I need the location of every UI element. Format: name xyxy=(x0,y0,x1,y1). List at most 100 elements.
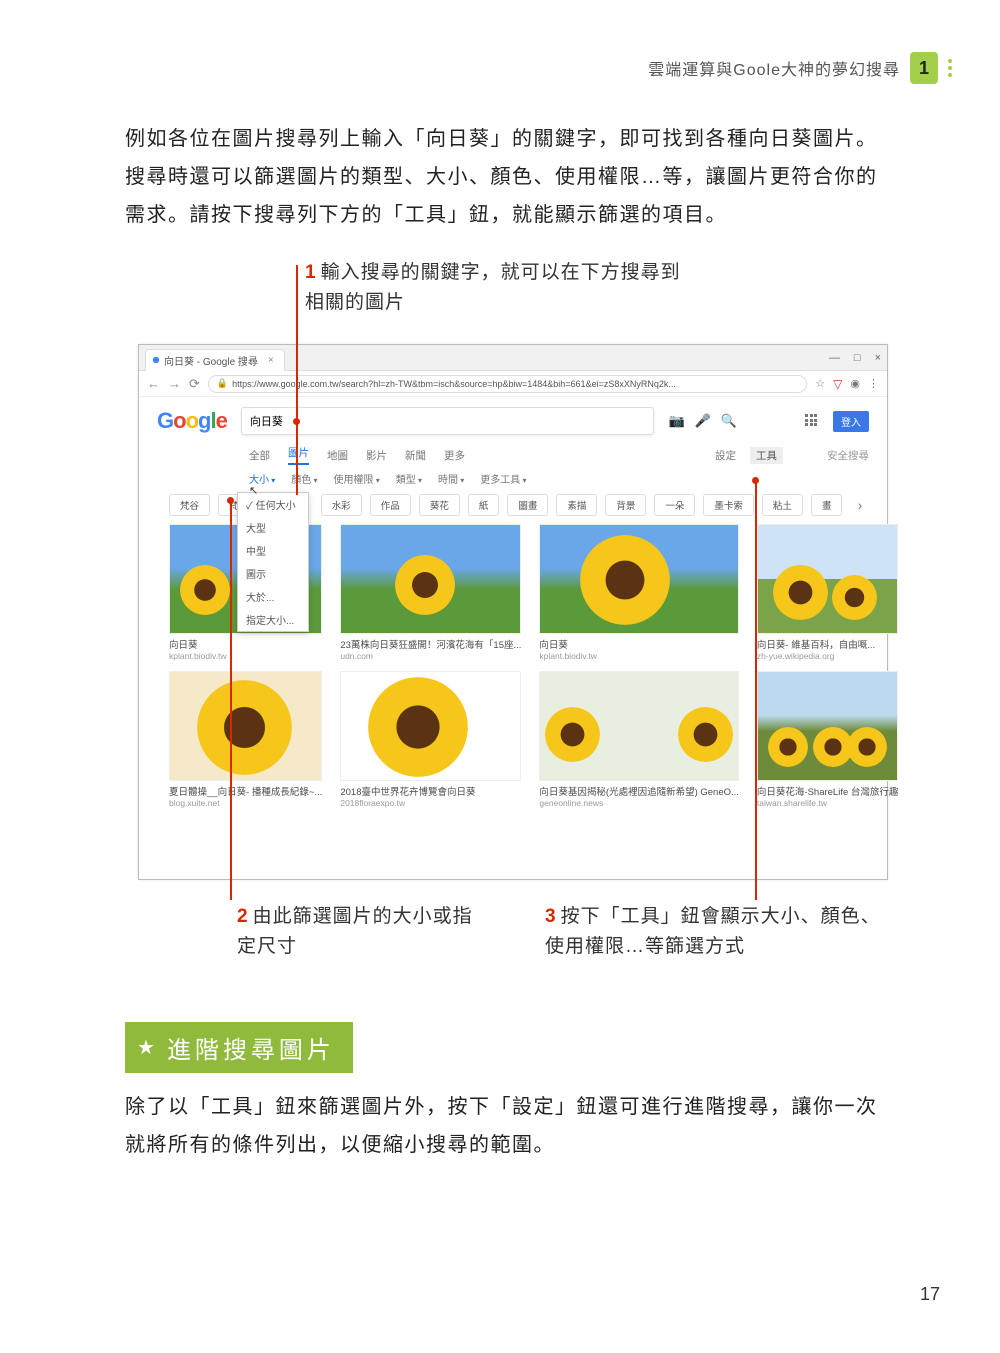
filter-rights[interactable]: 使用權限 xyxy=(334,471,380,486)
camera-icon[interactable]: 📷 xyxy=(668,413,684,429)
chip[interactable]: 畫 xyxy=(811,494,843,516)
size-option-larger-than[interactable]: 大於... xyxy=(238,585,308,608)
browser-tab-title: 向日葵 - Google 搜尋 xyxy=(164,353,258,368)
nav-forward-button[interactable]: → xyxy=(168,376,181,391)
chip[interactable]: 背景 xyxy=(605,494,646,516)
chip[interactable]: 一朵 xyxy=(654,494,695,516)
filter-type[interactable]: 類型 xyxy=(396,471,422,486)
google-logo[interactable]: Google xyxy=(157,408,227,434)
result-caption: 向日葵花海-ShareLife 台灣旅行趣 xyxy=(757,784,898,798)
image-result[interactable]: 向日葵基因揭秘(光處裡因追隨新希望) GeneO... geneonline.n… xyxy=(539,671,739,808)
google-favicon-icon xyxy=(152,356,160,364)
image-result[interactable]: 向日葵花海-ShareLife 台灣旅行趣 taiwan.sharelife.t… xyxy=(757,671,898,808)
window-close-button[interactable]: × xyxy=(875,352,881,364)
apps-grid-icon[interactable] xyxy=(805,414,819,428)
body-paragraph-1: 例如各位在圖片搜尋列上輸入「向日葵」的關鍵字，即可找到各種向日葵圖片。搜尋時還可… xyxy=(125,120,885,234)
browser-window: 向日葵 - Google 搜尋 × — □ × ← → ⟳ 🔒 https://… xyxy=(138,344,888,880)
leader-dot-2 xyxy=(227,497,234,504)
annotation-3-number: 3 xyxy=(545,906,557,927)
chip[interactable]: 水彩 xyxy=(321,494,362,516)
size-option-large[interactable]: 大型 xyxy=(238,516,308,539)
chip[interactable]: 作品 xyxy=(370,494,411,516)
google-search-input[interactable] xyxy=(250,415,646,427)
url-text: https://www.google.com.tw/search?hl=zh-T… xyxy=(232,379,676,389)
result-caption: 2018臺中世界花卉博覽會向日葵 xyxy=(340,784,521,798)
annotation-1: 1輸入搜尋的關鍵字，就可以在下方搜尋到相關的圖片 xyxy=(305,258,685,318)
chips-next-icon[interactable]: › xyxy=(851,494,869,516)
chip[interactable]: 素描 xyxy=(556,494,597,516)
chip[interactable]: 紙 xyxy=(468,494,500,516)
result-source: kplant.biodiv.tw xyxy=(169,651,322,661)
leader-dot-3 xyxy=(752,477,759,484)
chip[interactable]: 葵花 xyxy=(419,494,460,516)
size-option-icon[interactable]: 圖示 xyxy=(238,562,308,585)
result-source: kplant.biodiv.tw xyxy=(539,651,739,661)
size-option-exact[interactable]: 指定大小... xyxy=(238,608,308,631)
window-maximize-button[interactable]: □ xyxy=(854,352,861,364)
result-source: zh-yue.wikipedia.org xyxy=(757,651,898,661)
profile-icon[interactable]: ◉ xyxy=(850,377,860,390)
tab-videos[interactable]: 影片 xyxy=(366,448,387,463)
nav-back-button[interactable]: ← xyxy=(147,376,160,391)
tab-images[interactable]: 圖片 xyxy=(288,445,309,465)
image-filter-row: 大小 顏色 使用權限 類型 時間 更多工具 xyxy=(249,471,869,486)
result-source: 2018floraexpo.tw xyxy=(340,798,521,808)
filter-more-tools[interactable]: 更多工具 xyxy=(480,471,526,486)
size-option-medium[interactable]: 中型 xyxy=(238,539,308,562)
nav-reload-button[interactable]: ⟳ xyxy=(189,376,200,392)
annotation-2-text: 由此篩選圖片的大小或指定尺寸 xyxy=(237,906,473,957)
body-paragraph-2: 除了以「工具」鈕來篩選圖片外，按下「設定」鈕還可進行進階搜尋，讓你一次就將所有的… xyxy=(125,1088,885,1164)
tab-all[interactable]: 全部 xyxy=(249,448,270,463)
filter-time[interactable]: 時間 xyxy=(438,471,464,486)
tools-button[interactable]: 工具 xyxy=(750,447,783,464)
tab-news[interactable]: 新聞 xyxy=(405,448,426,463)
google-search-tabs: 全部 圖片 地圖 影片 新聞 更多 設定 工具 安全搜尋 xyxy=(249,445,869,465)
result-caption: 夏日體操__向日葵- 播種成長紀錄~... xyxy=(169,784,322,798)
url-field[interactable]: 🔒 https://www.google.com.tw/search?hl=zh… xyxy=(208,375,807,393)
leader-line-3 xyxy=(755,480,757,900)
chip[interactable]: 粘土 xyxy=(762,494,803,516)
annotation-3: 3按下「工具」鈕會顯示大小、顏色、使用權限…等篩選方式 xyxy=(545,902,885,962)
login-button[interactable]: 登入 xyxy=(833,411,869,432)
tab-maps[interactable]: 地圖 xyxy=(327,448,348,463)
annotation-1-number: 1 xyxy=(305,262,317,283)
image-result[interactable]: 2018臺中世界花卉博覽會向日葵 2018floraexpo.tw xyxy=(340,671,521,808)
google-search-box[interactable] xyxy=(241,407,655,435)
image-result[interactable]: 夏日體操__向日葵- 播種成長紀錄~... blog.xuite.net xyxy=(169,671,322,808)
image-result[interactable]: 23萬株向日葵狂盛開！河濱花海有「15座... udn.com xyxy=(340,524,521,661)
browser-tab[interactable]: 向日葵 - Google 搜尋 × xyxy=(145,349,285,371)
page-number: 17 xyxy=(920,1284,940,1305)
tab-close-icon[interactable]: × xyxy=(268,355,274,366)
window-minimize-button[interactable]: — xyxy=(829,352,840,364)
size-dropdown: 任何大小 大型 中型 圖示 大於... 指定大小... xyxy=(237,492,309,632)
shield-icon[interactable]: ▽ xyxy=(833,377,842,391)
settings-link[interactable]: 設定 xyxy=(715,448,736,463)
annotation-1-text: 輸入搜尋的關鍵字，就可以在下方搜尋到相關的圖片 xyxy=(305,262,681,313)
browser-menu-icon[interactable]: ⋮ xyxy=(868,377,879,390)
chip[interactable]: 圖畫 xyxy=(507,494,548,516)
image-result[interactable]: 向日葵- 維基百科，自由嘅... zh-yue.wikipedia.org xyxy=(757,524,898,661)
result-caption: 向日葵基因揭秘(光處裡因追隨新希望) GeneO... xyxy=(539,784,739,798)
mouse-cursor-icon: ↖ xyxy=(249,484,258,497)
leader-line-1 xyxy=(296,265,298,495)
annotation-2: 2由此篩選圖片的大小或指定尺寸 xyxy=(237,902,477,962)
mic-icon[interactable]: 🎤 xyxy=(695,413,711,429)
header-dots-icon xyxy=(948,59,952,77)
star-icon: ★ xyxy=(137,1035,159,1060)
result-source: taiwan.sharelife.tw xyxy=(757,798,898,808)
chip[interactable]: 梵谷 xyxy=(169,494,210,516)
result-source: udn.com xyxy=(340,651,521,661)
tab-more[interactable]: 更多 xyxy=(444,448,465,463)
bookmark-star-icon[interactable]: ☆ xyxy=(815,377,825,390)
result-caption: 23萬株向日葵狂盛開！河濱花海有「15座... xyxy=(340,637,521,651)
result-source: blog.xuite.net xyxy=(169,798,322,808)
chip[interactable]: 墨卡索 xyxy=(703,494,754,516)
search-icon[interactable]: 🔍 xyxy=(721,413,737,429)
result-caption: 向日葵- 維基百科，自由嘅... xyxy=(757,637,898,651)
leader-dot-1 xyxy=(293,418,300,425)
safesearch-label[interactable]: 安全搜尋 xyxy=(827,448,869,463)
image-result[interactable]: 向日葵 kplant.biodiv.tw xyxy=(539,524,739,661)
section-heading: ★ 進階搜尋圖片 xyxy=(125,1022,353,1073)
leader-line-2 xyxy=(230,500,232,900)
lock-icon: 🔒 xyxy=(217,378,228,389)
